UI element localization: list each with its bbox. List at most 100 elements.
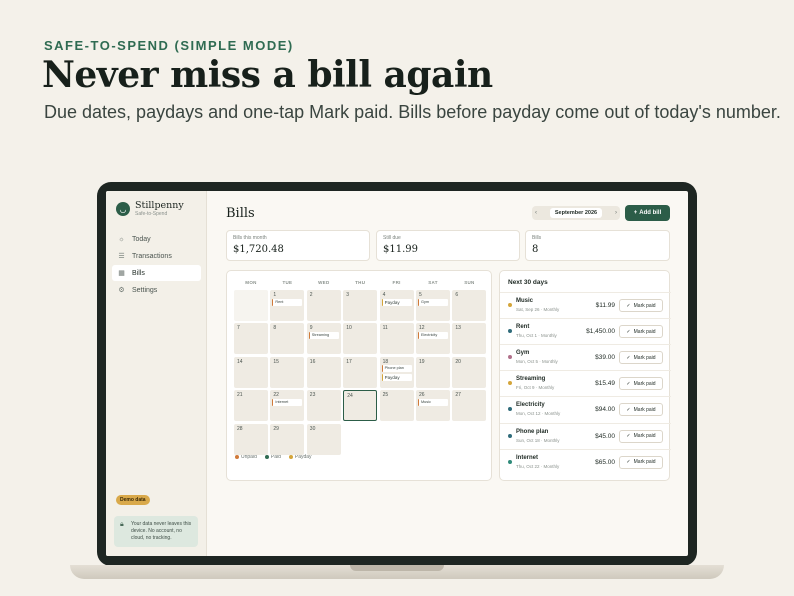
calendar-day[interactable]: 14	[234, 356, 268, 388]
day-number: 30	[309, 425, 316, 432]
list-icon: ☰	[118, 253, 125, 260]
sidebar-item-transactions[interactable]: ☰ Transactions	[112, 248, 201, 264]
bill-chip[interactable]: Music	[418, 399, 448, 407]
calendar-day[interactable]: 30	[306, 423, 341, 455]
calendar-day[interactable]: 5 Gym	[416, 290, 450, 321]
eyebrow-text: SAFE-TO-SPEND (SIMPLE MODE)	[44, 38, 294, 53]
calendar-day[interactable]: 11	[379, 323, 414, 355]
calendar-day[interactable]: 3	[343, 290, 378, 321]
calendar-day[interactable]: 27	[452, 390, 487, 422]
calendar-day[interactable]: 28	[234, 423, 268, 455]
check-icon: ✓	[626, 459, 631, 466]
calendar-day[interactable]: 21	[234, 390, 268, 422]
mark-paid-button[interactable]: ✓ Mark paid	[619, 325, 663, 339]
stat-bills-this-month: Bills this month $1,720.48	[226, 230, 370, 261]
calendar-day[interactable]: 12 Electricity	[416, 323, 450, 355]
bill-chip[interactable]: Streaming	[308, 332, 339, 340]
calendar-day[interactable]: 1 Rent	[270, 290, 305, 321]
next-month-icon[interactable]: ›	[615, 210, 617, 216]
mark-paid-label: Mark paid	[633, 354, 656, 361]
calendar-day[interactable]: 7	[234, 323, 268, 355]
bill-chip[interactable]: Gym	[418, 299, 448, 306]
calendar-day[interactable]: 22 Internet	[270, 390, 305, 422]
status-dot	[508, 303, 512, 307]
sidebar-item-label: Transactions	[132, 252, 172, 260]
day-number: 21	[237, 392, 243, 399]
day-number: 1	[273, 292, 277, 298]
sidebar-item-settings[interactable]: ⚙ Settings	[112, 282, 201, 298]
bill-name: Internet	[516, 454, 539, 461]
stat-label: Still due	[383, 235, 401, 241]
legend-label: Payday	[294, 454, 312, 460]
calendar-day[interactable]: 17	[343, 356, 378, 388]
weekday-header: FRI	[392, 280, 401, 285]
mark-paid-button[interactable]: ✓ Mark paid	[619, 377, 663, 391]
calendar-day[interactable]: 19	[416, 356, 450, 388]
day-number: 17	[346, 358, 352, 365]
day-number: 13	[455, 325, 461, 332]
status-dot	[508, 355, 512, 360]
bill-chip[interactable]: Electricity	[418, 332, 448, 340]
mark-paid-button[interactable]: ✓ Mark paid	[619, 299, 663, 312]
bill-chip[interactable]: Phone plan	[381, 364, 412, 372]
check-icon: ✓	[626, 302, 631, 309]
stat-label: Bills	[532, 235, 542, 241]
calendar-day[interactable]: 9 Streaming	[306, 323, 341, 355]
calendar-day[interactable]: 23	[306, 390, 341, 422]
calendar-day[interactable]: 20	[452, 356, 487, 388]
calendar-day[interactable]: 6	[452, 290, 487, 321]
hero-subhead: Due dates, paydays and one-tap Mark paid…	[44, 102, 781, 122]
gear-icon: ⚙	[118, 287, 125, 294]
app-screen: ◡ Stillpenny Safe-to-Spend ☼ Today ☰ Transa…	[106, 191, 688, 556]
bill-amount: $1,450.00	[586, 328, 615, 336]
stat-label: Bills this month	[233, 235, 267, 241]
laptop-notch	[350, 565, 444, 571]
calendar-day[interactable]: 2	[306, 290, 341, 321]
day-number: 5	[419, 292, 422, 298]
calendar-day[interactable]: 24	[343, 390, 378, 422]
status-dot	[508, 433, 512, 438]
bill-amount: $11.99	[595, 302, 615, 309]
calendar-icon: ▦	[118, 270, 125, 277]
mark-paid-button[interactable]: ✓ Mark paid	[619, 429, 663, 443]
day-number: 18	[382, 358, 389, 365]
mark-paid-button[interactable]: ✓ Mark paid	[619, 403, 663, 417]
calendar-day[interactable]: 26 Music	[416, 390, 450, 422]
day-number: 15	[273, 358, 279, 365]
sun-icon: ☼	[118, 235, 125, 243]
calendar-day[interactable]: 16	[306, 356, 341, 388]
mark-paid-label: Mark paid	[633, 302, 656, 309]
calendar-day[interactable]: 8	[270, 323, 305, 355]
mark-paid-label: Mark paid	[633, 406, 656, 413]
payday-chip[interactable]: Payday	[381, 299, 412, 306]
add-bill-label: Add bill	[639, 210, 662, 216]
day-number: 29	[273, 425, 279, 432]
sidebar-item-label: Settings	[132, 286, 158, 294]
payday-chip[interactable]: Payday	[381, 373, 412, 381]
calendar-day[interactable]: 25	[379, 390, 414, 422]
calendar-day[interactable]: 4 Payday	[379, 290, 414, 321]
bill-chip[interactable]: Internet	[272, 399, 303, 407]
day-number: 25	[382, 392, 389, 399]
mark-paid-label: Mark paid	[633, 328, 656, 335]
add-bill-button[interactable]: + Add bill	[625, 205, 670, 221]
bill-meta: Sun, Oct 18 · Monthly	[516, 437, 560, 443]
stat-still-due: Still due $11.99	[376, 230, 520, 261]
upcoming-panel: Next 30 days Music Sat, Sep 26 · Monthly $…	[499, 270, 671, 481]
bill-chip[interactable]: Rent	[272, 299, 303, 306]
calendar-day[interactable]: 18 Phone plan Payday	[379, 356, 414, 388]
stat-bill-count: Bills 8	[525, 230, 670, 261]
sidebar-item-bills[interactable]: ▦ Bills	[112, 265, 201, 281]
mark-paid-button[interactable]: ✓ Mark paid	[619, 455, 663, 469]
calendar-day[interactable]: 29	[270, 423, 305, 455]
bill-meta: Thu, Oct 1 · Monthly	[516, 333, 557, 339]
sidebar-item-today[interactable]: ☼ Today	[112, 231, 201, 247]
bill-amount: $45.00	[595, 432, 615, 440]
mark-paid-button[interactable]: ✓ Mark paid	[619, 351, 663, 365]
calendar-day[interactable]: 15	[270, 356, 305, 388]
calendar-day[interactable]: 13	[452, 323, 487, 355]
brand-sub: Safe-to-Spend	[135, 211, 168, 217]
prev-month-icon[interactable]: ‹	[535, 210, 537, 216]
day-number: 9	[309, 325, 313, 332]
calendar-day[interactable]: 10	[343, 323, 378, 355]
